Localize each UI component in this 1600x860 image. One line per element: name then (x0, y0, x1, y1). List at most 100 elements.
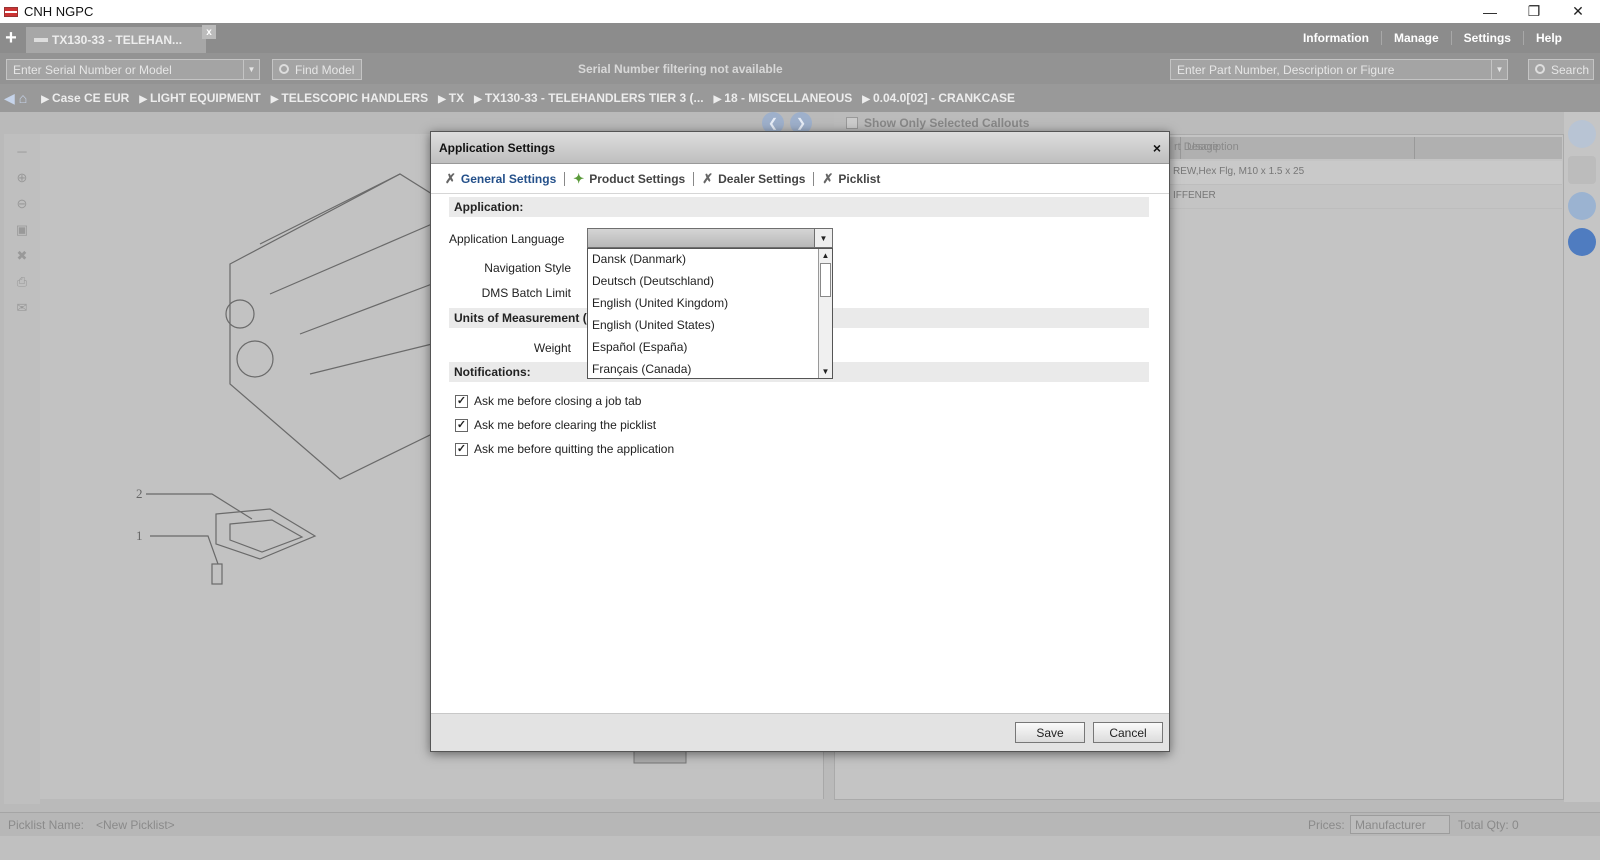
fit-to-window-icon[interactable]: ▣ (12, 222, 32, 238)
language-option[interactable]: English (United States) (588, 315, 832, 337)
chevron-down-icon[interactable]: ▼ (243, 60, 259, 79)
confirm-close-tab-checkbox[interactable]: ✓ Ask me before closing a job tab (455, 394, 641, 408)
globe-icon[interactable] (1568, 192, 1596, 220)
callout-2[interactable]: 2 (136, 486, 143, 501)
dialog-close-icon[interactable]: × (1153, 140, 1161, 156)
back-icon[interactable]: ◀ (4, 90, 15, 107)
tab-dealer-settings[interactable]: ✗ Dealer Settings (694, 171, 815, 186)
picklist-name-field[interactable]: <New Picklist> (96, 818, 175, 832)
serial-filter-status: Serial Number filtering not available (578, 62, 783, 76)
engine-block-detail (259, 173, 433, 375)
toolbar-grip-icon: ─ (17, 144, 27, 159)
checkbox-label: Ask me before clearing the picklist (474, 418, 657, 432)
callout-leader-1 (150, 535, 219, 565)
scroll-thumb[interactable] (820, 263, 831, 297)
search-bar: Enter Serial Number or Model ▼ Find Mode… (0, 53, 1600, 84)
save-button[interactable]: Save (1015, 722, 1085, 743)
prices-label: Prices: (1308, 818, 1345, 832)
checkbox-label: Ask me before closing a job tab (474, 394, 642, 408)
scroll-down-icon[interactable]: ▼ (819, 365, 832, 378)
tools-icon: ✗ (822, 170, 834, 186)
checkbox-checked-icon[interactable]: ✓ (455, 442, 468, 456)
menu-information[interactable]: Information (1291, 31, 1381, 45)
language-option[interactable]: English (United Kingdom) (588, 293, 832, 315)
tab-label: Picklist (838, 171, 881, 186)
language-dropdown-list[interactable]: Dansk (Danmark) Deutsch (Deutschland) En… (587, 248, 833, 379)
breadcrumb-item[interactable]: TX130-33 - TELEHANDLERS TIER 3 (... (474, 91, 704, 105)
language-option[interactable]: Français (Canada) (588, 359, 832, 378)
scroll-up-icon[interactable]: ▲ (819, 249, 832, 262)
dialog-title: Application Settings (439, 140, 556, 155)
application-language-label: Application Language (449, 232, 565, 246)
dropdown-scrollbar[interactable]: ▲ ▼ (818, 249, 832, 378)
gasket-plate (215, 508, 317, 560)
callout-leader-2 (146, 493, 253, 520)
window-titlebar: CNH NGPC — ❐ ✕ (0, 0, 1600, 23)
home-icon[interactable]: ⌂ (19, 90, 27, 106)
chevron-down-icon[interactable]: ▼ (1491, 60, 1507, 79)
search-icon (279, 64, 289, 74)
breadcrumb-item[interactable]: TX (438, 91, 464, 105)
minimize-button[interactable]: — (1468, 0, 1512, 23)
language-option[interactable]: Dansk (Danmark) (588, 249, 832, 271)
breadcrumb-item[interactable]: Case CE EUR (41, 91, 129, 105)
cancel-button[interactable]: Cancel (1093, 722, 1163, 743)
tools-icon: ✗ (445, 170, 456, 186)
tab-label: General Settings (460, 171, 557, 186)
checkbox-checked-icon[interactable]: ✓ (455, 394, 468, 408)
add-tab-button[interactable]: + (0, 23, 22, 53)
show-only-checkbox[interactable] (846, 117, 858, 129)
tab-close-icon[interactable]: x (202, 25, 216, 39)
tab-label: Product Settings (589, 171, 686, 186)
breadcrumb-item[interactable]: TELESCOPIC HANDLERS (271, 91, 428, 105)
menu-manage[interactable]: Manage (1380, 31, 1451, 45)
menu-settings[interactable]: Settings (1450, 31, 1523, 45)
dms-batch-limit-label: DMS Batch Limit (481, 286, 571, 300)
search-button[interactable]: Search (1528, 59, 1594, 80)
checkbox-checked-icon[interactable]: ✓ (455, 418, 468, 432)
application-language-select[interactable]: ▼ (587, 228, 833, 248)
dialog-footer: Save Cancel (431, 713, 1169, 751)
serial-number-input[interactable]: Enter Serial Number or Model ▼ (6, 59, 260, 80)
clear-selection-icon[interactable]: ✖ (12, 248, 32, 264)
column-usage[interactable]: Usage (1181, 137, 1415, 159)
tab-general-settings[interactable]: ✗ General Settings (437, 170, 566, 186)
breadcrumb-item[interactable]: LIGHT EQUIPMENT (139, 91, 261, 105)
block-bore-detail (236, 340, 274, 378)
bolt-part (211, 563, 223, 585)
email-icon[interactable]: ✉ (12, 300, 32, 316)
find-model-button[interactable]: Find Model (272, 59, 362, 80)
close-window-button[interactable]: ✕ (1556, 0, 1600, 23)
navigation-style-label: Navigation Style (484, 261, 571, 275)
top-menu: Information Manage Settings Help (1291, 23, 1574, 53)
confirm-quit-checkbox[interactable]: ✓ Ask me before quitting the application (455, 442, 674, 456)
list-icon[interactable] (1568, 156, 1596, 184)
breadcrumb-item[interactable]: 18 - MISCELLANEOUS (714, 91, 852, 105)
tab-product-settings[interactable]: ✦ Product Settings (565, 171, 695, 186)
weight-label: Weight (533, 341, 571, 355)
menu-help[interactable]: Help (1522, 31, 1574, 45)
part-search-input[interactable]: Enter Part Number, Description or Figure… (1170, 59, 1508, 80)
language-option[interactable]: Español (España) (588, 337, 832, 359)
picklist-label: Picklist Name: (8, 818, 85, 832)
info-icon[interactable] (1568, 228, 1596, 256)
search-icon[interactable] (1568, 120, 1596, 148)
zoom-out-icon[interactable]: ⊖ (12, 196, 32, 212)
status-bar (0, 836, 1600, 860)
app-logo-icon (4, 6, 18, 17)
restore-button[interactable]: ❐ (1512, 0, 1556, 23)
checkbox-label: Ask me before quitting the application (474, 442, 675, 456)
breadcrumb-item[interactable]: 0.04.0[02] - CRANKCASE (862, 91, 1015, 105)
language-option[interactable]: Deutsch (Deutschland) (588, 271, 832, 293)
callout-1[interactable]: 1 (136, 528, 143, 543)
zoom-in-icon[interactable]: ⊕ (12, 170, 32, 186)
picklist-footer: Picklist Name: <New Picklist> Prices: Ma… (0, 812, 1600, 836)
drawing-toolbar: ─ ⊕ ⊖ ▣ ✖ ⎙ ✉ (4, 134, 40, 804)
window-title: CNH NGPC (24, 4, 94, 19)
tab-picklist[interactable]: ✗ Picklist (814, 170, 888, 186)
job-tab[interactable]: TX130-33 - TELEHAN... x (26, 25, 216, 53)
prices-select[interactable]: Manufacturer (1350, 815, 1450, 834)
confirm-clear-picklist-checkbox[interactable]: ✓ Ask me before clearing the picklist (455, 418, 656, 432)
print-icon[interactable]: ⎙ (12, 274, 32, 290)
chevron-down-icon[interactable]: ▼ (814, 229, 832, 247)
